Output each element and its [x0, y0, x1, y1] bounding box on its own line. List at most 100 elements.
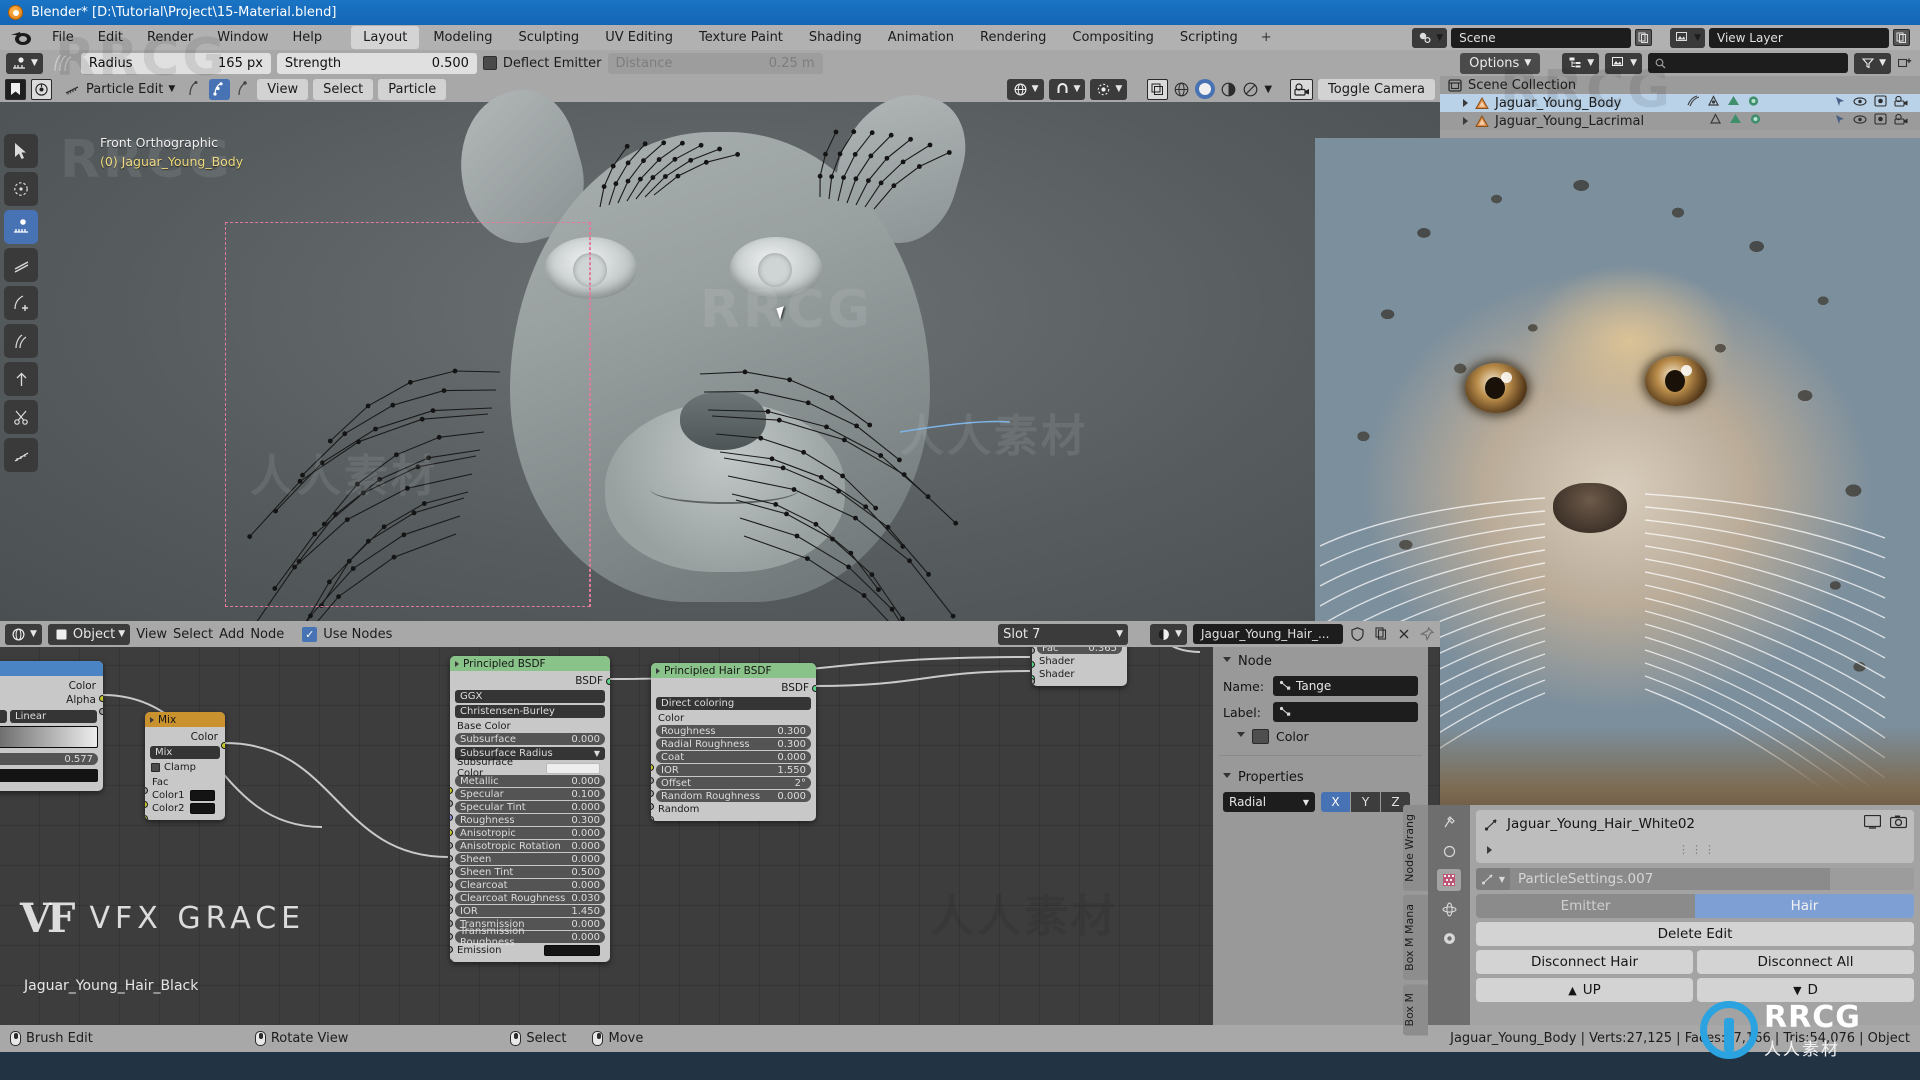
prop-specular-tint[interactable]: Specular Tint 0.000: [455, 801, 605, 813]
shading-wireframe-icon[interactable]: [1173, 81, 1190, 98]
colorramp-gradient-widget[interactable]: [0, 726, 98, 748]
outliner-row-scene-collection[interactable]: Scene Collection: [1440, 76, 1920, 94]
socket-random[interactable]: Random: [656, 803, 811, 815]
node-color-ramp[interactable]: amp Color Alpha RGB Linear: [0, 661, 103, 791]
particle-select-tip-icon[interactable]: [235, 81, 252, 98]
mix-blend-mode-select[interactable]: Mix: [150, 746, 220, 759]
node-principled-hair-bsdf-header[interactable]: Principled Hair BSDF: [651, 663, 816, 678]
prop-anisotropic-rotation[interactable]: Anisotropic Rotation 0.000: [455, 840, 605, 852]
outliner-search-input[interactable]: [1648, 53, 1849, 73]
workspace-tab-uv-editing[interactable]: UV Editing: [593, 26, 685, 49]
workspace-tab-sculpting[interactable]: Sculpting: [506, 26, 591, 49]
particle-type-emitter[interactable]: Emitter: [1476, 894, 1695, 918]
particle-type-toggle[interactable]: Emitter Hair: [1476, 894, 1914, 918]
material-browse-dropdown[interactable]: ▼: [1150, 623, 1187, 645]
workspace-tab-modeling[interactable]: Modeling: [421, 26, 504, 49]
mix-clamp-checkbox[interactable]: [151, 763, 160, 772]
menu-file[interactable]: File: [40, 27, 86, 48]
camera-view-icon[interactable]: [1290, 78, 1314, 100]
proportional-editing-toggle[interactable]: ▼: [1090, 78, 1128, 100]
socket-bsdf-out[interactable]: [606, 678, 610, 685]
bottom-left-button[interactable]: ▲ UP: [1476, 978, 1693, 1002]
expand-triangle-icon-2[interactable]: [1463, 117, 1468, 125]
mix-color2-swatch[interactable]: [190, 802, 215, 814]
transform-orientation-dropdown[interactable]: ▼: [1006, 78, 1044, 100]
outliner-row-jaguar-young-body[interactable]: Jaguar_Young_Body: [1440, 94, 1920, 112]
radius-slider[interactable]: Radius 165 px: [80, 52, 271, 74]
expand-triangle-icon[interactable]: [1463, 99, 1468, 107]
pin-icon[interactable]: [1418, 626, 1435, 643]
colorramp-pos-slider[interactable]: Pos 0.577: [0, 753, 98, 765]
socket-mix-color-out[interactable]: [221, 742, 225, 749]
mix-input-fac[interactable]: Fac: [150, 776, 220, 788]
socket-hair-bsdf-out[interactable]: [812, 685, 816, 692]
hide-in-viewport-icon-2[interactable]: [1853, 114, 1867, 129]
prop-transmission-roughness[interactable]: Transmission Roughness 0.000: [455, 926, 605, 948]
bsdf-distribution-select[interactable]: GGX: [455, 690, 605, 703]
prop-clearcoat[interactable]: Clearcoat 0.000: [455, 879, 605, 891]
shader-node-editor[interactable]: amp Color Alpha RGB Linear: [0, 621, 1440, 1025]
prop-roughness[interactable]: Roughness 0.300: [455, 814, 605, 826]
toggle-xray-icon[interactable]: [1147, 78, 1169, 100]
prop-radial-roughness[interactable]: Radial Roughness 0.300: [656, 738, 811, 750]
bottom-right-button[interactable]: ▼ D: [1697, 978, 1914, 1002]
outliner-display-mode-dropdown[interactable]: ▼: [1562, 52, 1600, 74]
colorramp-color-swatch[interactable]: [0, 769, 98, 782]
node-mix-rgb-output-color[interactable]: Color: [145, 730, 225, 744]
tab-box-m[interactable]: Box M: [1403, 983, 1428, 1036]
node-hair-bsdf-output[interactable]: BSDF: [651, 681, 816, 695]
menu-edit[interactable]: Edit: [86, 27, 135, 48]
socket-alpha-out[interactable]: [99, 708, 103, 715]
shading-options-chevron-icon[interactable]: ▼: [1264, 84, 1272, 95]
particle-settings-datablock[interactable]: ▼ ParticleSettings.007: [1476, 868, 1914, 890]
socket-shader[interactable]: Shader: [1037, 668, 1122, 680]
shading-material-preview-icon[interactable]: [1220, 81, 1237, 98]
prop-coat[interactable]: Coat 0.000: [656, 751, 811, 763]
node-menu-node[interactable]: Node: [250, 627, 284, 642]
socket-base-color[interactable]: Base Color: [455, 720, 605, 732]
use-nodes-checkbox[interactable]: ✓: [302, 626, 318, 642]
node-principled-hair-bsdf[interactable]: Principled Hair BSDF BSDF Direct colorin…: [651, 663, 816, 821]
viewport-3d[interactable]: Particle Edit ▼ View Select Particle ▼ ▼: [0, 76, 1440, 621]
workspace-tab-layout[interactable]: Layout: [351, 26, 420, 49]
delete-edit-button[interactable]: Delete Edit: [1476, 922, 1914, 946]
bsdf-subsurface-method-select[interactable]: Christensen-Burley: [455, 705, 605, 718]
mix-input-color1[interactable]: Color1: [150, 789, 220, 801]
particle-select-point-icon[interactable]: [209, 78, 231, 100]
menu-help[interactable]: Help: [281, 27, 335, 48]
tool-weight[interactable]: [4, 438, 38, 472]
tool-tweak[interactable]: [4, 134, 38, 168]
prop-offset[interactable]: Offset 2°: [656, 777, 811, 789]
properties-editor[interactable]: Jaguar_Young_Hair_White02 ⋮⋮⋮ ▼ Particle…: [1428, 805, 1920, 1025]
workspace-tab-compositing[interactable]: Compositing: [1060, 26, 1166, 49]
prop-ior[interactable]: IOR 1.550: [656, 764, 811, 776]
view-layer-name-field[interactable]: View Layer: [1709, 27, 1889, 48]
tool-select-box[interactable]: [4, 172, 38, 206]
properties-tab-render[interactable]: [1437, 840, 1461, 862]
deflect-emitter-checkbox[interactable]: [482, 56, 497, 70]
node-principled-bsdf-output[interactable]: BSDF: [450, 674, 610, 688]
socket-color[interactable]: Color: [656, 712, 811, 724]
socket-shader[interactable]: Shader: [1037, 655, 1122, 667]
color-subsurface-color[interactable]: Subsurface Color: [455, 757, 605, 779]
tool-comb[interactable]: [4, 210, 38, 244]
camera-render-icon[interactable]: [1889, 815, 1908, 833]
workspace-tab-animation[interactable]: Animation: [876, 26, 966, 49]
particle-settings-name[interactable]: ParticleSettings.007: [1510, 871, 1830, 887]
tab-box-mi-mana[interactable]: Box M Mana: [1403, 894, 1428, 980]
menu-window[interactable]: Window: [205, 27, 280, 48]
mesh-data-icon[interactable]: [1727, 95, 1740, 111]
node-editor-type-dropdown[interactable]: ▼: [5, 623, 42, 645]
properties-tab-particles[interactable]: [1437, 869, 1461, 891]
prop-anisotropic[interactable]: Anisotropic 0.000: [455, 827, 605, 839]
outliner-filter-mode-dropdown[interactable]: ▼: [1605, 52, 1643, 74]
material-slot-dropdown[interactable]: Slot 7 ▼: [998, 623, 1129, 645]
new-view-layer-icon[interactable]: [1893, 29, 1910, 46]
tool-puff[interactable]: [4, 362, 38, 396]
node-color-ramp-output-alpha[interactable]: Alpha: [0, 693, 103, 707]
viewport-canvas[interactable]: Front Orthographic (0) Jaguar_Young_Body: [0, 78, 1440, 621]
disconnect-all-button[interactable]: Disconnect All: [1697, 950, 1914, 974]
options-dropdown[interactable]: Options ▼: [1460, 52, 1541, 74]
properties-tab-material[interactable]: [1437, 927, 1461, 949]
scene-browse-dropdown[interactable]: ▼: [1412, 27, 1448, 48]
